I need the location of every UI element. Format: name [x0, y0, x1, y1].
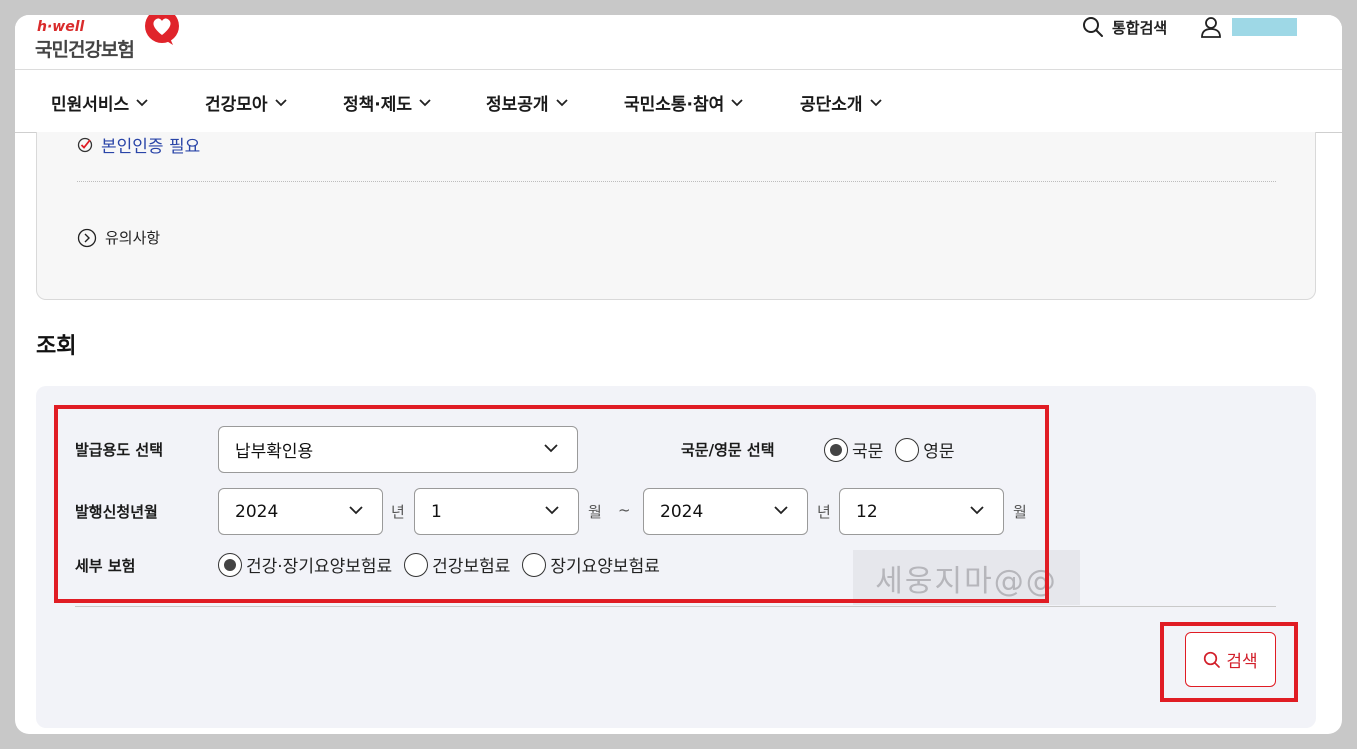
search-button[interactable]: 검색: [1185, 632, 1276, 687]
form-divider: [75, 606, 1276, 607]
main-nav: 민원서비스 건강모아 정책·제도 정보공개 국민소통·참여 공단소개: [15, 71, 1342, 133]
insurance-option-ltc[interactable]: 장기요양보험료: [522, 552, 660, 577]
insurance-option-health[interactable]: 건강보험료: [404, 552, 510, 577]
nav-item-about[interactable]: 공단소개: [800, 90, 883, 115]
global-search-label: 통합검색: [1112, 18, 1168, 37]
section-title: 조회: [36, 334, 77, 359]
nav-item-civil-service[interactable]: 민원서비스: [51, 90, 149, 115]
period-label: 발행신청년월: [75, 503, 158, 521]
check-circle-icon: [77, 137, 93, 152]
logo[interactable]: h·well 국민건강보험: [35, 15, 185, 65]
info-box: 본인인증 필요 유의사항: [36, 132, 1316, 300]
radio-label: 장기요양보험료: [550, 557, 660, 577]
radio-label: 국문: [852, 442, 884, 462]
chevron-right-circle-icon: [77, 228, 97, 247]
nav-item-label: 정책·제도: [343, 95, 413, 115]
search-button-label: 검색: [1226, 652, 1258, 672]
search-icon: [1204, 651, 1221, 668]
nav-item-participation[interactable]: 국민소통·참여: [624, 90, 744, 115]
range-separator: ~: [618, 501, 631, 519]
radio-button[interactable]: [522, 552, 547, 577]
user-name-redacted: [1232, 18, 1297, 36]
nav-item-health[interactable]: 건강모아: [205, 90, 288, 115]
logo-tagline: h·well: [37, 19, 85, 35]
auth-required-link[interactable]: 본인인증 필요: [77, 132, 200, 157]
nav-item-label: 공단소개: [800, 95, 863, 115]
radio-label: 영문: [923, 442, 955, 462]
purpose-select[interactable]: 납부확인용: [218, 426, 578, 473]
language-label: 국문/영문 선택: [681, 441, 775, 459]
chevron-down-icon: [419, 98, 431, 106]
radio-label: 건강·장기요양보험료: [246, 557, 393, 577]
chevron-down-icon: [136, 98, 148, 106]
radio-button[interactable]: [824, 437, 848, 462]
radio-button[interactable]: [895, 437, 920, 462]
start-year-value: 2024: [235, 501, 279, 522]
logo-name: 국민건강보험: [35, 39, 135, 61]
chevron-down-icon: [555, 98, 568, 106]
month-unit: 월: [588, 503, 602, 521]
auth-required-label: 본인인증 필요: [101, 137, 201, 157]
notice-label: 유의사항: [105, 229, 161, 247]
start-month-select[interactable]: 1: [414, 488, 579, 535]
chevron-down-icon: [274, 98, 287, 106]
start-year-select[interactable]: 2024: [218, 488, 383, 535]
nav-item-label: 국민소통·참여: [624, 95, 725, 115]
purpose-value: 납부확인용: [235, 442, 314, 462]
chevron-down-icon: [545, 506, 559, 515]
dotted-divider: [77, 181, 1276, 182]
user-icon: [1201, 17, 1221, 38]
chevron-down-icon: [544, 444, 558, 453]
language-option-english[interactable]: 영문: [895, 437, 955, 462]
search-icon: [1083, 17, 1103, 37]
radio-label: 건강보험료: [432, 557, 511, 577]
global-search-link[interactable]: 통합검색: [1082, 15, 1167, 39]
nav-item-policy[interactable]: 정책·제도: [343, 90, 432, 115]
insurance-radio-group: 건강·장기요양보험료 건강보험료 장기요양보험료: [218, 552, 672, 577]
end-year-select[interactable]: 2024: [643, 488, 808, 535]
notice-toggle[interactable]: 유의사항: [77, 227, 160, 248]
nav-item-disclosure[interactable]: 정보공개: [486, 90, 569, 115]
end-month-value: 12: [856, 501, 878, 522]
insurance-label: 세부 보험: [75, 557, 136, 575]
end-month-select[interactable]: 12: [839, 488, 1004, 535]
end-year-value: 2024: [660, 501, 704, 522]
insurance-option-health-ltc[interactable]: 건강·장기요양보험료: [218, 552, 392, 577]
chevron-down-icon: [731, 98, 743, 106]
nav-item-label: 정보공개: [486, 95, 549, 115]
chevron-down-icon: [349, 506, 363, 515]
purpose-label: 발급용도 선택: [75, 441, 164, 459]
heart-logo-icon: [145, 15, 179, 45]
chevron-down-icon: [869, 98, 882, 106]
radio-button[interactable]: [218, 552, 242, 577]
month-unit: 월: [1013, 503, 1027, 521]
year-unit: 년: [391, 503, 405, 521]
chevron-down-icon: [970, 506, 984, 515]
site-header: h·well 국민건강보험 통합검색: [15, 15, 1342, 70]
nav-item-label: 건강모아: [205, 95, 268, 115]
language-option-korean[interactable]: 국문: [824, 437, 883, 462]
user-menu[interactable]: [1200, 16, 1297, 38]
radio-button[interactable]: [404, 552, 429, 577]
start-month-value: 1: [431, 501, 442, 522]
chevron-down-icon: [774, 506, 788, 515]
nav-item-label: 민원서비스: [51, 95, 130, 115]
year-unit: 년: [817, 503, 831, 521]
page: h·well 국민건강보험 통합검색 민원서비스 건강모아 정책·제도 정보공개…: [15, 15, 1342, 734]
language-radio-group: 국문 영문: [824, 437, 967, 462]
